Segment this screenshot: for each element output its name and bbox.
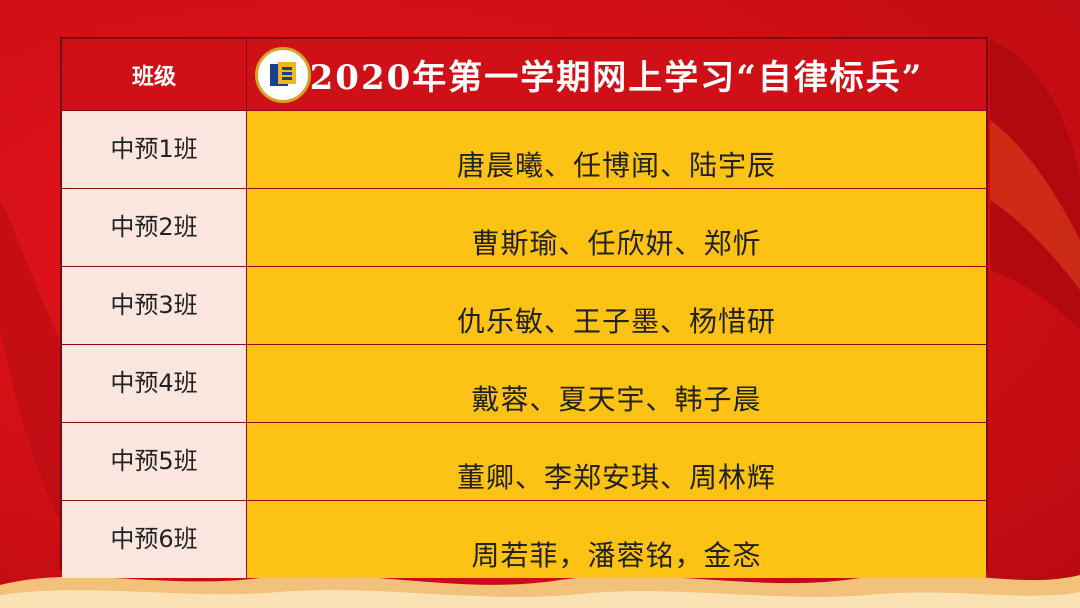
names-cell: 仇乐敏、王子墨、杨惜研 bbox=[247, 267, 986, 344]
class-cell: 中预3班 bbox=[62, 267, 246, 344]
honor-table: 班级 2020年第一学期网上学习“自律标兵” 中预1班 唐晨曦、任博闻、陆宇辰 … bbox=[60, 37, 988, 578]
class-cell: 中预5班 bbox=[62, 423, 246, 500]
school-logo-icon bbox=[255, 47, 311, 103]
class-cell: 中预2班 bbox=[62, 189, 246, 266]
class-cell: 中预1班 bbox=[62, 111, 246, 188]
names-cell: 戴蓉、夏天宇、韩子晨 bbox=[247, 345, 986, 422]
class-cell: 中预4班 bbox=[62, 345, 246, 422]
header-title-cell: 2020年第一学期网上学习“自律标兵” bbox=[247, 39, 986, 110]
names-cell: 周若菲，潘蓉铭，金忞 bbox=[247, 501, 986, 578]
header-class-column: 班级 bbox=[62, 39, 246, 110]
names-cell: 曹斯瑜、任欣妍、郑忻 bbox=[247, 189, 986, 266]
names-cell: 董卿、李郑安琪、周林辉 bbox=[247, 423, 986, 500]
page-title: 2020年第一学期网上学习“自律标兵” bbox=[309, 58, 924, 98]
class-cell: 中预6班 bbox=[62, 501, 246, 578]
names-cell: 唐晨曦、任博闻、陆宇辰 bbox=[247, 111, 986, 188]
